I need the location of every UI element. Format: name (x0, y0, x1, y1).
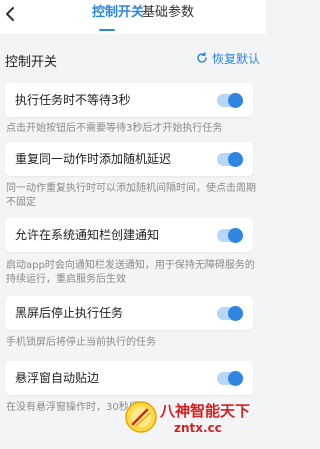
toggle-knob (228, 152, 243, 167)
setting-label: 黑屏后停止执行任务 (15, 306, 124, 320)
no-wait-toggle[interactable] (217, 93, 243, 108)
toggle-knob (228, 93, 243, 108)
tab-control-switches[interactable]: 控制开关 (92, 5, 144, 21)
setting-description: 同一动作重复执行时可以添加随机间隔时间，使点击周期不固定 (6, 183, 256, 208)
top-tab-bar: 控制开关 基础参数 (0, 0, 266, 34)
random-delay-toggle[interactable] (217, 152, 243, 167)
toggle-knob (228, 228, 243, 243)
watermark-text: 八神智能天下 (160, 402, 251, 420)
notification-toggle[interactable] (217, 228, 243, 243)
setting-card-no-wait: 执行任务时不等待3秒 (5, 83, 253, 117)
section-title: 控制开关 (5, 55, 58, 70)
float-snap-toggle[interactable] (217, 371, 243, 386)
tab-basic-params[interactable]: 基础参数 (142, 5, 194, 21)
setting-description: 启动app时会向通知栏发送通知，用于保持无障碍服务的持续运行，重启服务后生效 (6, 260, 255, 285)
setting-card-notification: 允许在系统通知栏创建通知 (5, 218, 253, 252)
toggle-knob (228, 371, 243, 386)
setting-label: 允许在系统通知栏创建通知 (15, 228, 160, 242)
setting-description: 手机锁屏后将停止当前执行的任务 (6, 337, 156, 348)
setting-card-random-delay: 重复同一动作时添加随机延迟 (5, 142, 253, 176)
setting-label: 悬浮窗自动贴边 (15, 371, 100, 385)
toggle-knob (228, 306, 243, 321)
restore-defaults-button[interactable]: 恢复默认 (196, 49, 260, 67)
stop-on-screen-off-toggle[interactable] (217, 306, 243, 321)
setting-card-float-snap: 悬浮窗自动贴边 (5, 361, 253, 395)
settings-screen: 控制开关 基础参数 控制开关 恢复默认 执行任务时不等待3秒 点击开始按钮后不需… (0, 0, 266, 449)
site-watermark: 八神智能天下 zntx.cc (124, 396, 266, 442)
setting-description: 点击开始按钮后不需要等待3秒后才开始执行任务 (6, 123, 223, 134)
setting-label: 执行任务时不等待3秒 (15, 93, 131, 107)
restore-defaults-label: 恢复默认 (212, 51, 261, 66)
back-arrow-icon[interactable] (3, 4, 19, 24)
refresh-icon (197, 52, 207, 63)
setting-card-stop-on-screen-off: 黑屏后停止执行任务 (5, 296, 253, 330)
setting-label: 重复同一动作时添加随机延迟 (15, 152, 172, 166)
active-tab-indicator (99, 29, 115, 31)
watermark-logo-icon (125, 401, 157, 433)
watermark-url: zntx.cc (174, 421, 222, 435)
